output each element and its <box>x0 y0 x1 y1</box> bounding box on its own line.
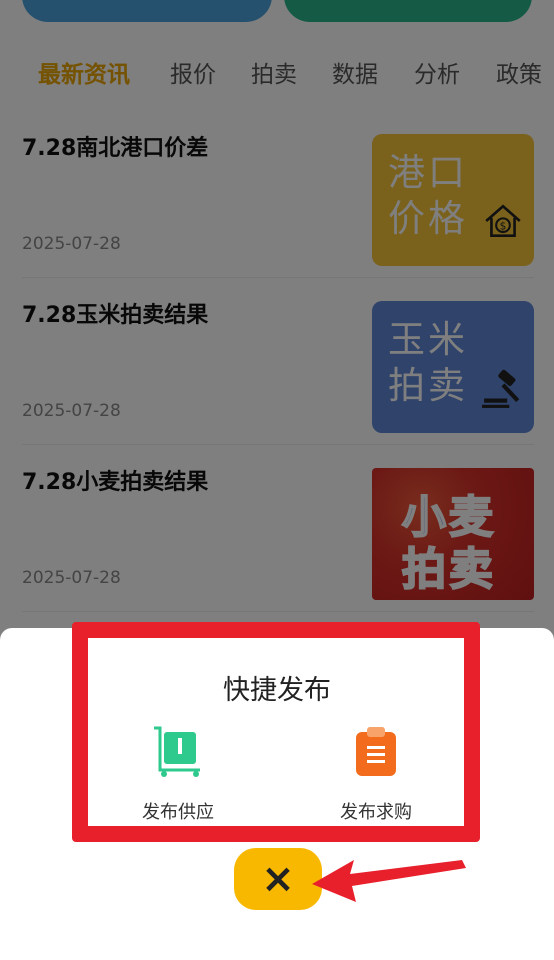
publish-supply-label: 发布供应 <box>142 802 214 823</box>
publish-demand-label: 发布求购 <box>340 802 412 823</box>
cart-icon <box>154 726 200 777</box>
clipboard-icon <box>356 727 396 776</box>
close-button[interactable]: × <box>234 848 322 910</box>
pointer-arrow-icon <box>312 860 466 902</box>
publish-supply-button[interactable]: 发布供应 <box>108 724 248 824</box>
sheet-title: 快捷发布 <box>223 675 331 706</box>
publish-demand-button[interactable]: 发布求购 <box>306 724 446 824</box>
